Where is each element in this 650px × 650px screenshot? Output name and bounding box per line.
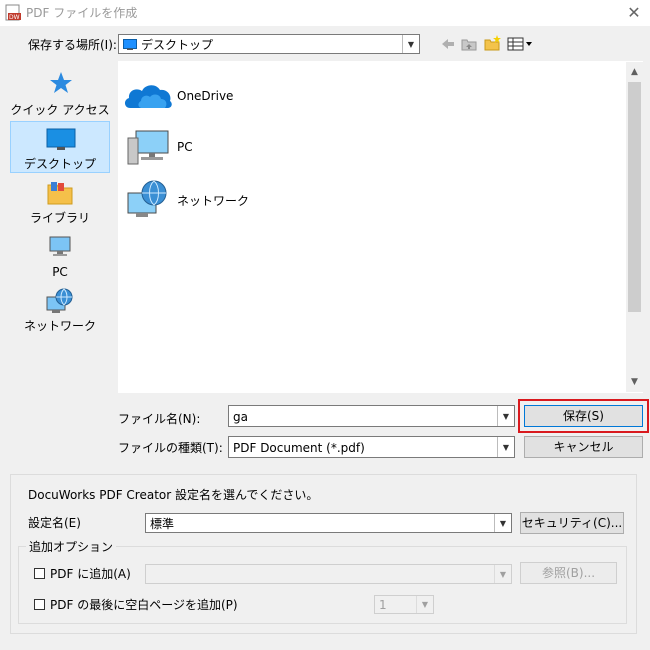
desktop-icon	[123, 39, 137, 50]
desktop-icon	[46, 128, 76, 152]
append-pdf-label: PDF に追加(A)	[50, 567, 131, 581]
chevron-down-icon[interactable]: ▼	[497, 406, 514, 426]
sidebar-item-library[interactable]: ライブラリ	[10, 178, 110, 230]
save-location-dropdown[interactable]: デスクトップ ▼	[118, 34, 420, 54]
new-folder-icon[interactable]	[484, 34, 502, 52]
sidebar-item-network[interactable]: ネットワーク	[10, 286, 110, 338]
file-item-label: OneDrive	[177, 89, 234, 103]
setting-name-select[interactable]: 標準 ▼	[145, 513, 512, 533]
browse-button[interactable]: 参照(B)...	[520, 562, 617, 584]
library-folder-icon	[46, 180, 74, 206]
chevron-down-icon: ▼	[402, 35, 419, 53]
pc-icon	[48, 234, 74, 260]
sidebar-item-label: クイック アクセス	[10, 103, 110, 117]
filetype-value: PDF Document (*.pdf)	[233, 441, 365, 455]
scroll-up-icon[interactable]: ▲	[626, 64, 643, 80]
additional-options-label: 追加オプション	[26, 539, 117, 555]
filename-value: ga	[233, 410, 248, 424]
file-item-pc[interactable]: PC	[122, 126, 322, 170]
network-icon	[126, 179, 172, 221]
sidebar-item-pc[interactable]: PC	[10, 232, 110, 284]
close-icon[interactable]: ✕	[622, 2, 646, 24]
file-item-label: ネットワーク	[177, 194, 250, 208]
scrollbar-thumb[interactable]	[628, 82, 641, 312]
cancel-button[interactable]: キャンセル	[524, 436, 643, 458]
filetype-label: ファイルの種類(T):	[118, 441, 223, 455]
filename-input[interactable]: ga ▼	[228, 405, 515, 427]
file-item-onedrive[interactable]: OneDrive	[122, 76, 322, 116]
chevron-down-icon: ▼	[494, 514, 511, 532]
sidebar-item-quick-access[interactable]: クイック アクセス	[10, 66, 110, 118]
filename-label: ファイル名(N):	[118, 412, 201, 426]
creator-instruction: DocuWorks PDF Creator 設定名を選んでください。	[28, 488, 319, 502]
blank-page-count-value: 1	[379, 598, 387, 612]
save-location-value: デスクトップ	[141, 38, 214, 52]
app-icon: DW	[5, 4, 22, 21]
save-location-label: 保存する場所(I):	[28, 38, 117, 52]
network-icon	[46, 288, 74, 316]
sidebar-item-label: デスクトップ	[23, 157, 96, 171]
append-pdf-select[interactable]: ▼	[145, 564, 512, 584]
pc-icon	[126, 128, 172, 168]
add-blank-page-checkbox[interactable]	[34, 599, 45, 610]
sidebar-item-label: PC	[52, 265, 68, 279]
security-button[interactable]: セキュリティ(C)...	[520, 512, 624, 534]
setting-name-value: 標準	[150, 517, 175, 531]
back-icon[interactable]	[440, 36, 456, 52]
append-pdf-checkbox[interactable]	[34, 568, 45, 579]
star-icon	[48, 70, 74, 96]
chevron-down-icon: ▼	[494, 565, 511, 583]
chevron-down-icon: ▼	[416, 596, 433, 613]
sidebar-item-label: ネットワーク	[23, 319, 96, 333]
scroll-down-icon[interactable]: ▼	[626, 374, 643, 390]
onedrive-cloud-icon	[122, 78, 174, 112]
sidebar-item-label: ライブラリ	[29, 211, 90, 225]
up-folder-icon[interactable]	[461, 36, 477, 52]
add-blank-page-label: PDF の最後に空白ページを追加(P)	[50, 598, 238, 612]
setting-name-label: 設定名(E)	[28, 516, 81, 530]
chevron-down-icon: ▼	[497, 437, 514, 457]
view-menu-icon[interactable]	[507, 36, 535, 52]
file-item-network[interactable]: ネットワーク	[122, 177, 322, 223]
save-button[interactable]: 保存(S)	[524, 405, 643, 427]
blank-page-count-select[interactable]: 1 ▼	[374, 595, 434, 614]
sidebar-item-desktop[interactable]: デスクトップ	[10, 121, 110, 173]
vertical-scrollbar[interactable]: ▲ ▼	[626, 62, 643, 392]
window-title: PDF ファイルを作成	[26, 6, 138, 20]
file-item-label: PC	[177, 140, 193, 154]
svg-text:DW: DW	[9, 14, 20, 21]
filetype-select[interactable]: PDF Document (*.pdf) ▼	[228, 436, 515, 458]
